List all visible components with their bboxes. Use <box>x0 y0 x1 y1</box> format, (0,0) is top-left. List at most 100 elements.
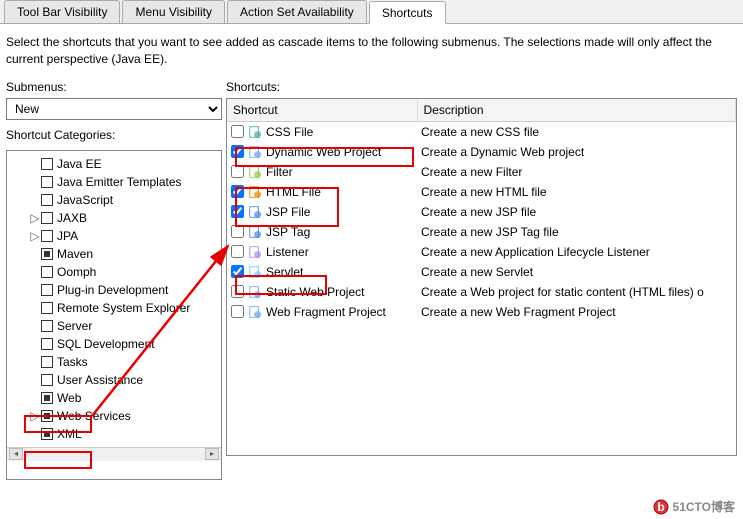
shortcut-row[interactable]: Filter Create a new Filter <box>227 162 736 182</box>
category-item[interactable]: Tasks <box>9 353 219 371</box>
category-checkbox[interactable] <box>41 266 53 278</box>
tree-twisty[interactable]: ▷ <box>29 229 41 243</box>
category-item[interactable]: Java Emitter Templates <box>9 173 219 191</box>
shortcut-description: Create a new Servlet <box>417 262 736 282</box>
page-description: Select the shortcuts that you want to se… <box>0 24 743 78</box>
shortcut-description: Create a new Filter <box>417 162 736 182</box>
category-checkbox[interactable] <box>41 176 53 188</box>
category-item[interactable]: ▷ Web Services <box>9 407 219 425</box>
category-checkbox[interactable] <box>41 302 53 314</box>
tab-action-set-availability[interactable]: Action Set Availability <box>227 0 367 23</box>
shortcut-row[interactable]: Static Web Project Create a Web project f… <box>227 282 736 302</box>
shortcut-label: Filter <box>266 165 293 179</box>
category-checkbox[interactable] <box>41 356 53 368</box>
shortcuts-label: Shortcuts: <box>226 78 737 98</box>
category-item[interactable]: Maven <box>9 245 219 263</box>
category-checkbox[interactable] <box>41 284 53 296</box>
html-icon <box>248 185 262 199</box>
category-label: Oomph <box>57 265 96 279</box>
shortcut-description: Create a new CSS file <box>417 121 736 142</box>
category-label: Java EE <box>57 157 102 171</box>
shortcut-label: Listener <box>266 245 309 259</box>
category-item[interactable]: User Assistance <box>9 371 219 389</box>
shortcut-label: JSP File <box>266 205 310 219</box>
category-item[interactable]: XML <box>9 425 219 443</box>
categories-label: Shortcut Categories: <box>6 126 222 146</box>
shortcut-row[interactable]: JSP TagCreate a new JSP Tag file <box>227 222 736 242</box>
category-checkbox[interactable] <box>41 428 53 440</box>
category-checkbox[interactable] <box>41 194 53 206</box>
category-label: JavaScript <box>57 193 113 207</box>
shortcut-description: Create a new Web Fragment Project <box>417 302 736 322</box>
shortcut-row[interactable]: Dynamic Web ProjectCreate a Dynamic Web … <box>227 142 736 162</box>
category-checkbox[interactable] <box>41 392 53 404</box>
shortcut-checkbox[interactable] <box>231 145 244 158</box>
shortcut-checkbox[interactable] <box>231 285 244 298</box>
col-shortcut[interactable]: Shortcut <box>227 99 417 122</box>
category-label: Web <box>57 391 81 405</box>
category-checkbox[interactable] <box>41 320 53 332</box>
category-checkbox[interactable] <box>41 212 53 224</box>
tab-bar: Tool Bar Visibility Menu Visibility Acti… <box>0 0 743 24</box>
category-item[interactable]: ▷ JAXB <box>9 209 219 227</box>
watermark: b 51CTO博客 <box>653 498 735 515</box>
tab-shortcuts[interactable]: Shortcuts <box>369 1 446 24</box>
category-item[interactable]: Web <box>9 389 219 407</box>
shortcut-description: Create a Web project for static content … <box>417 282 736 302</box>
tree-twisty[interactable]: ▷ <box>29 409 41 423</box>
shortcuts-table: Shortcut Description CSS File Create a ne… <box>227 99 736 322</box>
category-checkbox[interactable] <box>41 248 53 260</box>
tab-menu-visibility[interactable]: Menu Visibility <box>122 0 224 23</box>
shortcut-row[interactable]: ListenerCreate a new Application Lifecyc… <box>227 242 736 262</box>
category-item[interactable]: Java EE <box>9 155 219 173</box>
category-checkbox[interactable] <box>41 410 53 422</box>
scroll-left-arrow[interactable]: ◂ <box>9 448 23 460</box>
shortcuts-table-wrap[interactable]: Shortcut Description CSS File Create a ne… <box>226 98 737 456</box>
shortcut-checkbox[interactable] <box>231 225 244 238</box>
category-label: Server <box>57 319 92 333</box>
categories-tree[interactable]: Java EE Java Emitter Templates JavaScript ▷… <box>6 150 222 480</box>
category-item[interactable]: SQL Development <box>9 335 219 353</box>
submenus-combo[interactable]: New <box>6 98 222 120</box>
submenus-label: Submenus: <box>6 78 222 98</box>
shortcut-row[interactable]: Web Fragment ProjectCreate a new Web Fra… <box>227 302 736 322</box>
col-description[interactable]: Description <box>417 99 736 122</box>
category-label: SQL Development <box>57 337 155 351</box>
shortcut-row[interactable]: HTML FileCreate a new HTML file <box>227 182 736 202</box>
category-label: Remote System Explorer <box>57 301 190 315</box>
shortcut-checkbox[interactable] <box>231 205 244 218</box>
category-label: Maven <box>57 247 93 261</box>
tab-toolbar-visibility[interactable]: Tool Bar Visibility <box>4 0 120 23</box>
shortcut-row[interactable]: ServletCreate a new Servlet <box>227 262 736 282</box>
listener-icon <box>248 245 262 259</box>
shortcut-label: Static Web Project <box>266 285 364 299</box>
category-label: Web Services <box>57 409 131 423</box>
shortcut-description: Create a new JSP Tag file <box>417 222 736 242</box>
category-item[interactable]: JavaScript <box>9 191 219 209</box>
shortcut-checkbox[interactable] <box>231 185 244 198</box>
category-checkbox[interactable] <box>41 374 53 386</box>
category-item[interactable]: Oomph <box>9 263 219 281</box>
category-item[interactable]: Plug-in Development <box>9 281 219 299</box>
category-label: JAXB <box>57 211 87 225</box>
category-checkbox[interactable] <box>41 338 53 350</box>
shortcut-checkbox[interactable] <box>231 245 244 258</box>
shortcut-checkbox[interactable] <box>231 125 244 138</box>
category-item[interactable]: ▷JPA <box>9 227 219 245</box>
shortcut-description: Create a new JSP file <box>417 202 736 222</box>
tree-twisty[interactable]: ▷ <box>29 211 41 225</box>
category-item[interactable]: Remote System Explorer <box>9 299 219 317</box>
shortcut-checkbox[interactable] <box>231 265 244 278</box>
category-label: Plug-in Development <box>57 283 168 297</box>
category-item[interactable]: Server <box>9 317 219 335</box>
category-checkbox[interactable] <box>41 158 53 170</box>
category-checkbox[interactable] <box>41 230 53 242</box>
categories-h-scroll[interactable]: ◂ ▸ <box>7 447 221 461</box>
shortcut-row[interactable]: CSS File Create a new CSS file <box>227 121 736 142</box>
shortcut-checkbox[interactable] <box>231 165 244 178</box>
shortcut-checkbox[interactable] <box>231 305 244 318</box>
shortcut-row[interactable]: JSP File Create a new JSP file <box>227 202 736 222</box>
servlet-icon <box>248 265 262 279</box>
scroll-right-arrow[interactable]: ▸ <box>205 448 219 460</box>
shortcut-label: CSS File <box>266 125 313 139</box>
